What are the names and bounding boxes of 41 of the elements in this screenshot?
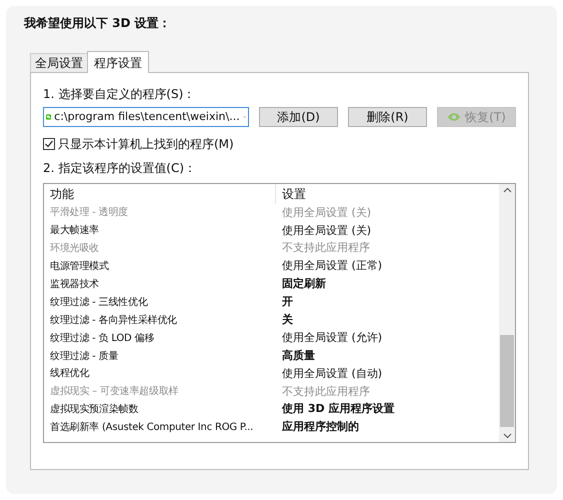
feature-cell-text: 纹理过滤 - 质量 (49, 350, 120, 364)
column-header[interactable]: 功能 (44, 184, 276, 204)
feature-cell-text: 虚拟现实 – 可变速率超级取样 (49, 384, 180, 400)
tab[interactable]: 全局设置 (30, 53, 87, 72)
column-header[interactable]: 设置 (276, 185, 312, 203)
setting-cell[interactable]: 使用全局设置 (正常) (276, 258, 388, 275)
program-path: c:\program files\tencent\weixin\... (54, 108, 240, 125)
checkbox-label: 只显示本计算机上找到的程序(M) (58, 136, 234, 153)
scrollbar-thumb[interactable] (500, 335, 514, 427)
settings-label: 2. 指定该程序的设置值(C)： (43, 160, 198, 177)
dialog-heading: 我希望使用以下 3D 设置： (24, 15, 172, 32)
feature-cell-text: 最大帧速率 (49, 224, 100, 238)
setting-cell[interactable]: 使用 3D 应用程序设置 (276, 401, 400, 418)
feature-cell-text: 首选刷新率 (Asustek Computer Inc ROG P... (49, 420, 254, 436)
program-select[interactable]: c:\program files\tencent\weixin\... (43, 107, 249, 127)
setting-cell[interactable]: 应用程序控制的 (276, 419, 365, 436)
setting-cell[interactable]: 使用全局设置 (关) (276, 222, 378, 240)
chevron-up-icon (502, 187, 512, 193)
dialog-button[interactable]: 添加(D) (259, 107, 338, 127)
feature-cell-text: 纹理过滤 - 各向异性采样优化 (49, 314, 178, 328)
setting-cell[interactable]: 使用全局设置 (自动) (276, 366, 388, 382)
feature-cell-text: 环境光吸收 (49, 242, 100, 256)
setting-cell[interactable]: 固定刷新 (276, 276, 332, 293)
scrollbar[interactable] (499, 184, 515, 442)
setting-cell[interactable]: 使用全局设置 (允许) (276, 330, 388, 346)
feature-cell-text: 电源管理模式 (49, 260, 110, 274)
chevron-down-icon (502, 433, 512, 439)
feature-cell-text: 纹理过滤 - 负 LOD 偏移 (49, 332, 156, 346)
tab[interactable]: 程序设置 (87, 51, 149, 73)
checkbox[interactable] (43, 138, 55, 150)
eye-logo-icon (447, 112, 462, 122)
feature-cell-text: 监视器技术 (49, 278, 100, 292)
feature-cell-text: 纹理过滤 - 三线性优化 (49, 296, 149, 310)
feature-cell-text: 平滑处理 - 透明度 (49, 206, 129, 220)
setting-cell[interactable]: 高质量 (276, 348, 321, 364)
feature-cell-text: 线程优化 (49, 366, 90, 382)
feature-cell-text: 虚拟现实预渲染帧数 (49, 402, 140, 418)
setting-cell[interactable]: 开 (276, 294, 299, 311)
setting-cell[interactable]: 关 (276, 312, 299, 329)
program-label: 1. 选择要自定义的程序(S)： (43, 86, 196, 103)
dialog-button[interactable]: 删除(R) (348, 107, 427, 127)
